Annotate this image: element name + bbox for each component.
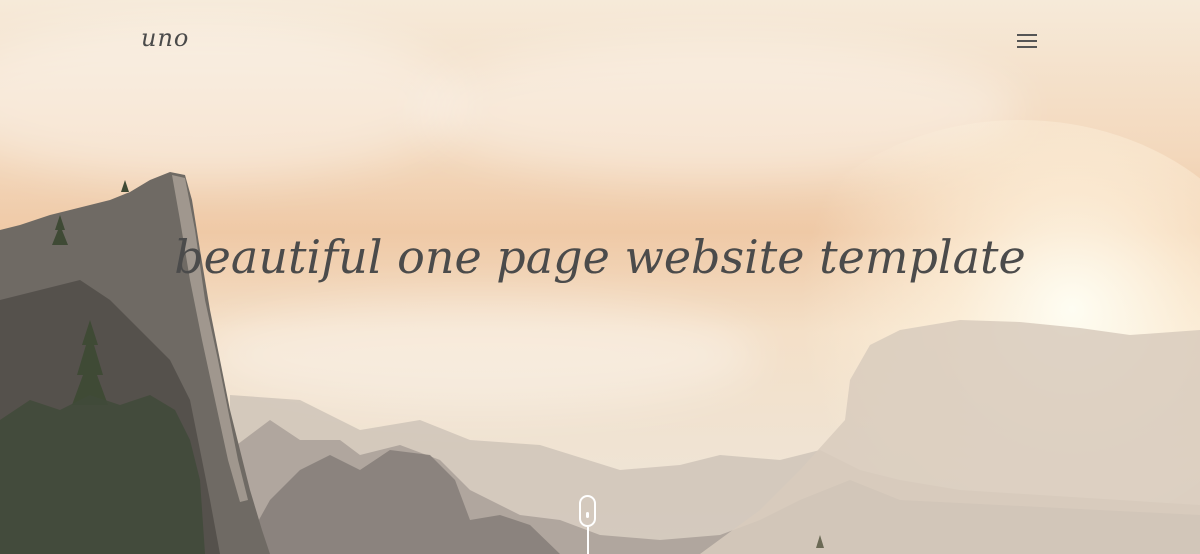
menu-bar xyxy=(1017,34,1037,36)
hero-section: uno beautiful one page website template xyxy=(0,0,1200,554)
mouse-scroll-icon[interactable] xyxy=(579,495,599,554)
mouse-body xyxy=(579,495,596,527)
hamburger-menu-icon[interactable] xyxy=(1012,30,1042,52)
tree xyxy=(121,180,129,192)
tree-cluster xyxy=(0,395,205,554)
menu-bar xyxy=(1017,40,1037,42)
hero-headline: beautiful one page website template xyxy=(174,230,1026,284)
mouse-wheel xyxy=(586,512,589,518)
scroll-line xyxy=(587,527,589,554)
menu-bar xyxy=(1017,46,1037,48)
site-logo[interactable]: uno xyxy=(141,24,189,52)
right-cliff xyxy=(700,320,1200,554)
